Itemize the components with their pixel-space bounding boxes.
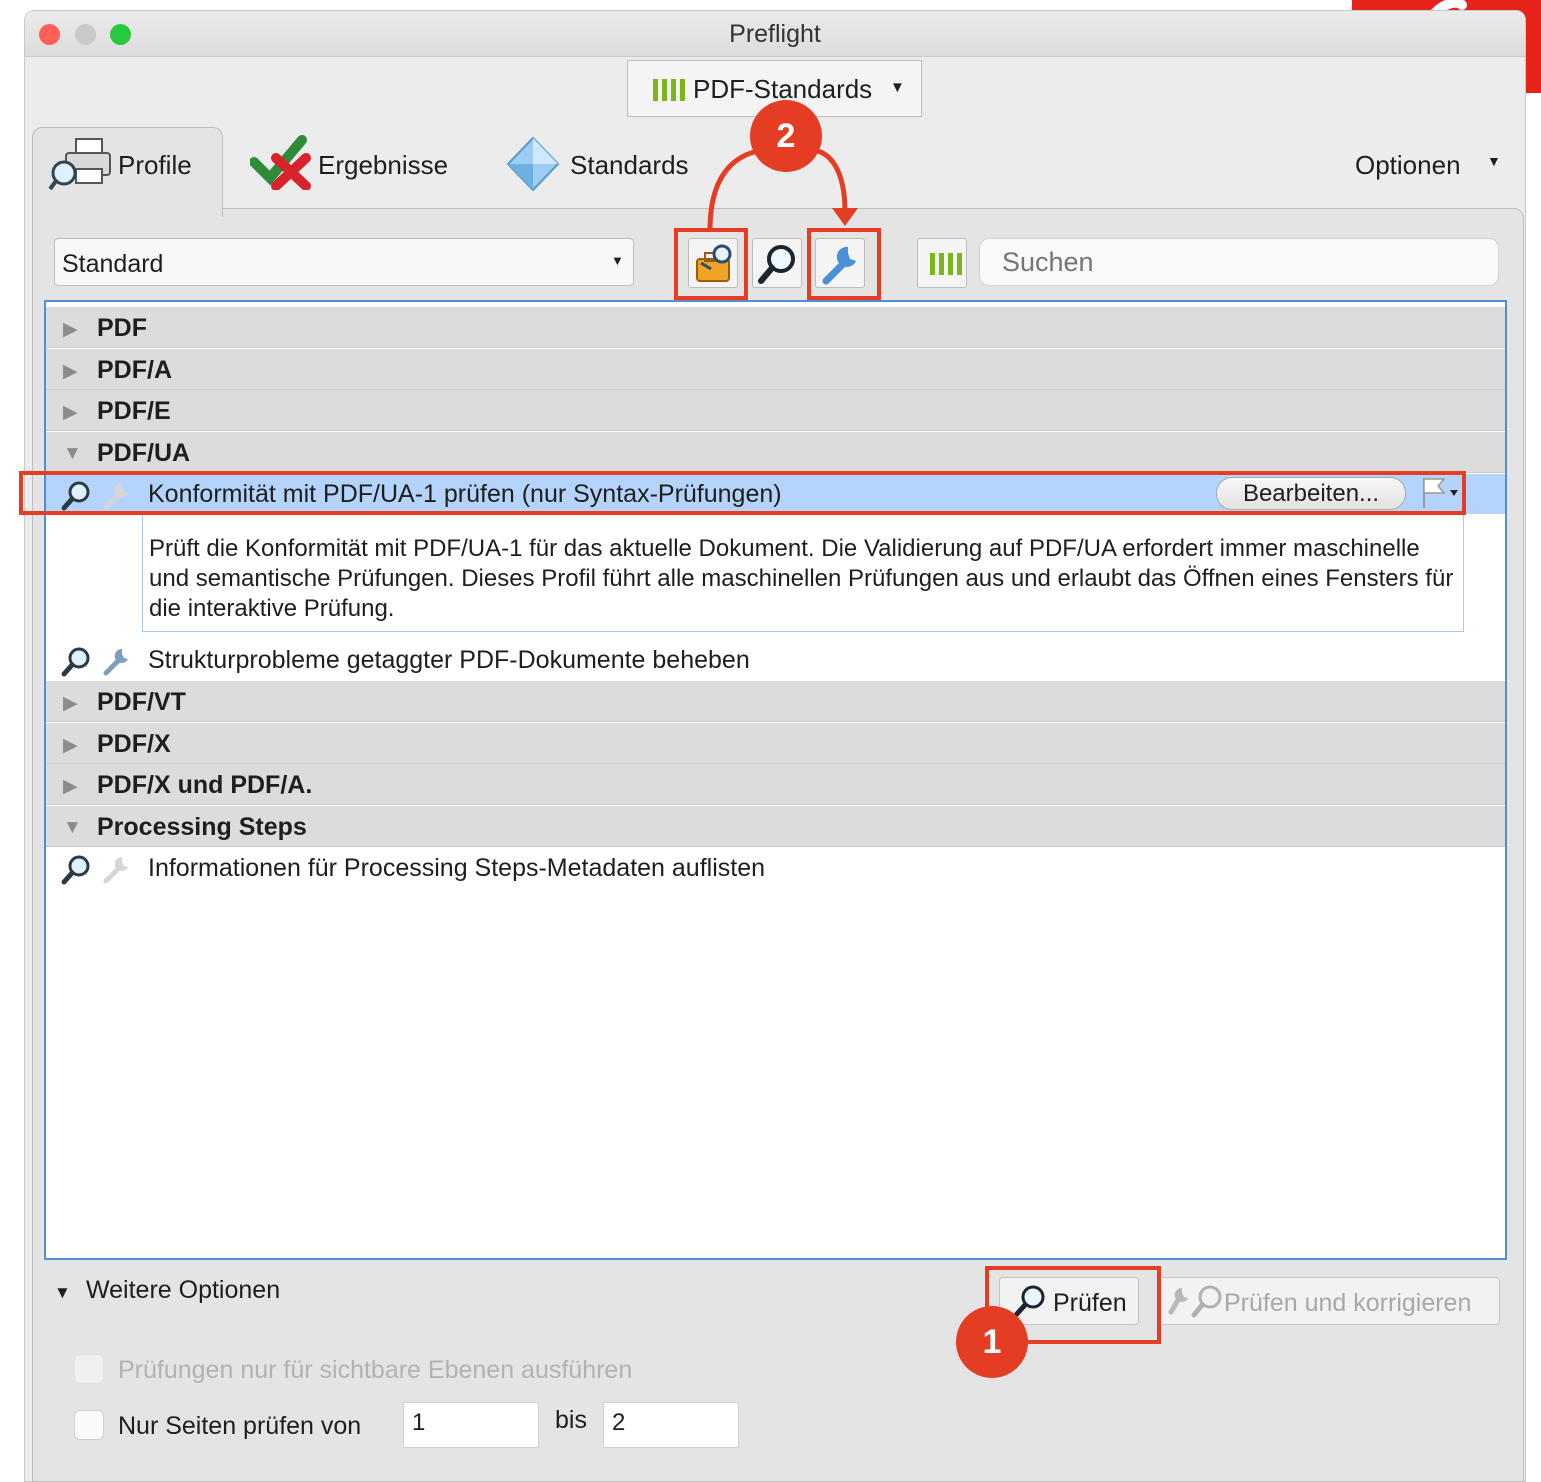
to-page-input[interactable]: 2 [603,1402,739,1448]
group-pdf[interactable]: ▶ PDF [46,307,1505,348]
item-label: Strukturprobleme getaggter PDF-Dokumente… [148,646,750,674]
select-chevron-icon: ▼ [611,253,624,268]
group-label: Processing Steps [97,813,307,841]
group-label: PDF/A [97,356,172,384]
wrench-icon [103,648,128,676]
bars-icon [930,253,962,275]
profile-list: ▶ PDF ▶ PDF/A ▶ PDF/E ▼ PDF/UA Konformität m… [44,300,1507,1260]
disclosure-down-icon: ▼ [63,817,82,838]
group-label: PDF [97,314,147,342]
visible-layers-label: Prüfungen nur für sichtbare Ebenen ausfü… [118,1356,633,1384]
visible-layers-checkbox[interactable] [74,1354,104,1384]
group-pdfvt[interactable]: ▶ PDF/VT [46,681,1505,722]
item-label: Informationen für Processing Steps-Metad… [148,854,766,882]
diamond-icon [506,136,560,192]
group-label: PDF/X [97,730,171,758]
disclosure-right-icon: ▶ [63,361,78,382]
group-label: PDF/E [97,397,171,425]
disclosure-right-icon: ▶ [63,402,78,423]
from-page-input[interactable]: 1 [403,1402,539,1448]
check-fix-button-label: Prüfen und korrigieren [1224,1289,1472,1317]
wrench-disabled-icon [103,856,128,884]
chevron-down-icon: ▼ [890,79,905,96]
profile-description: Prüft die Konformität mit PDF/UA-1 für d… [142,512,1464,632]
disclosure-right-icon: ▶ [63,319,78,340]
tab-standards[interactable]: Standards [570,150,689,181]
title-bar: Preflight [25,11,1525,57]
more-options-label[interactable]: Weitere Optionen [86,1276,280,1305]
tab-ergebnisse[interactable]: Ergebnisse [318,150,448,181]
annotation-marker-2: 2 [750,100,822,172]
disclosure-right-icon: ▶ [63,776,78,797]
options-chevron-icon: ▼ [1487,153,1501,169]
window-title: Preflight [729,20,821,48]
analyze-magnifier-icon [61,647,90,677]
group-label: PDF/VT [97,688,186,716]
check-x-icon [250,135,311,190]
tab-profile-label: Profile [118,150,192,180]
wrench-magnifier-icon [1168,1285,1222,1318]
magnifier-icon [758,245,795,284]
printer-magnifier-icon [48,138,111,191]
profile-select-value: Standard [62,250,164,278]
group-label: PDF/X und PDF/A. [97,771,313,799]
check-fix-button[interactable]: Prüfen und korrigieren [1157,1277,1500,1325]
pages-range-checkbox[interactable] [74,1410,104,1440]
list-item-processing-meta[interactable]: Informationen für Processing Steps-Metad… [46,848,1505,888]
annotation-marker-1: 1 [956,1306,1028,1378]
group-label: PDF/UA [97,439,191,467]
analyze-button[interactable] [752,238,802,288]
annotation-box-selected-profile [19,471,1466,515]
disclosure-down-icon: ▼ [63,443,82,464]
group-processing-steps[interactable]: ▼ Processing Steps [46,806,1505,847]
search-input[interactable] [979,238,1499,286]
more-options-disclosure-icon[interactable]: ▼ [54,1283,71,1303]
options-menu[interactable]: Optionen [1355,150,1461,181]
standards-bars-icon [653,79,685,101]
standards-bars-button[interactable] [917,238,967,288]
analyze-magnifier-icon [61,855,90,885]
disclosure-right-icon: ▶ [63,693,78,714]
list-item-fix-structure[interactable]: Strukturprobleme getaggter PDF-Dokumente… [46,640,1505,680]
group-pdfua[interactable]: ▼ PDF/UA [46,432,1505,473]
group-pdfx-pdfa[interactable]: ▶ PDF/X und PDF/A. [46,764,1505,805]
profile-select[interactable]: Standard ▼ [54,238,634,286]
group-pdfx[interactable]: ▶ PDF/X [46,723,1505,764]
group-pdfe[interactable]: ▶ PDF/E [46,390,1505,431]
group-pdfa[interactable]: ▶ PDF/A [46,349,1505,390]
to-label: bis [555,1406,587,1434]
pages-range-label: Nur Seiten prüfen von [118,1412,362,1440]
disclosure-right-icon: ▶ [63,735,78,756]
